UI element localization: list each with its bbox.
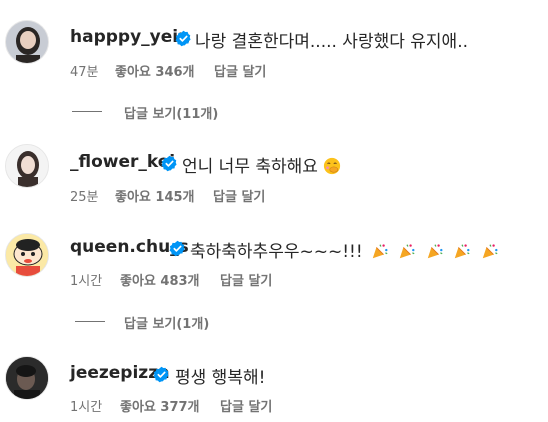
comment-text: 축하축하추우우~~~!!! bbox=[190, 237, 499, 262]
comment-time[interactable]: 1시간 bbox=[70, 396, 102, 415]
comment-text-content: 축하축하추우우~~~!!! bbox=[190, 242, 363, 262]
comment-likes[interactable]: 좋아요 483개 bbox=[120, 270, 200, 289]
face-with-hand-over-mouth-emoji-icon bbox=[324, 157, 341, 175]
verified-badge-icon bbox=[169, 240, 185, 257]
verified-badge-icon bbox=[175, 30, 191, 47]
reply-button[interactable]: 답글 달기 bbox=[220, 270, 272, 289]
party-popper-emoji-icon bbox=[427, 244, 443, 259]
comment-text: 평생 행복해! bbox=[175, 368, 266, 388]
comment-likes[interactable]: 좋아요 377개 bbox=[120, 396, 200, 415]
comment-text: 나랑 결혼한다며..... 사랑했다 유지애.. bbox=[195, 32, 468, 52]
verified-badge-icon bbox=[153, 366, 169, 383]
party-popper-emoji-icon bbox=[400, 244, 415, 259]
avatar-image bbox=[6, 357, 48, 399]
avatar[interactable] bbox=[5, 144, 49, 188]
comment-likes[interactable]: 좋아요 346개 bbox=[115, 61, 195, 80]
comment-username[interactable]: _flower_kei bbox=[70, 152, 175, 172]
comment-item: _flower_kei 언니 너무 축하해요 25분 좋아요 145개 답글 달… bbox=[0, 120, 548, 210]
avatar[interactable] bbox=[5, 20, 49, 64]
party-popper-emoji-icon bbox=[455, 244, 470, 259]
comment-time[interactable]: 1시간 bbox=[70, 270, 102, 289]
reply-button[interactable]: 답글 달기 bbox=[220, 396, 272, 415]
view-replies-button[interactable]: 답글 보기(1개) bbox=[124, 313, 209, 332]
view-replies-divider bbox=[75, 321, 105, 322]
comment-item: happpy_yein 나랑 결혼한다며..... 사랑했다 유지애.. 47분… bbox=[0, 0, 548, 122]
comment-time[interactable]: 25분 bbox=[70, 186, 99, 205]
comment-item: queen.chu_s 축하축하추우우~~~!!! 1시간 좋아요 483개 답… bbox=[0, 210, 548, 332]
avatar[interactable] bbox=[5, 356, 49, 400]
reply-button[interactable]: 답글 달기 bbox=[213, 186, 265, 205]
comment-item: jeezepizza 평생 행복해! 1시간 좋아요 377개 답글 달기 bbox=[0, 332, 548, 422]
comment-username[interactable]: happpy_yein bbox=[70, 27, 190, 47]
comment-time[interactable]: 47분 bbox=[70, 61, 99, 80]
verified-badge-icon bbox=[161, 155, 177, 172]
party-popper-emoji-icon bbox=[482, 244, 498, 259]
avatar-image bbox=[6, 21, 48, 63]
party-popper-emoji-icon bbox=[372, 244, 388, 259]
avatar-image bbox=[6, 145, 48, 187]
comment-text-content: 언니 너무 축하해요 bbox=[182, 157, 318, 177]
avatar-image bbox=[6, 234, 48, 276]
comment-likes[interactable]: 좋아요 145개 bbox=[115, 186, 195, 205]
party-popper-emoji-group bbox=[371, 242, 499, 262]
comment-text: 언니 너무 축하해요 bbox=[182, 152, 341, 177]
avatar[interactable] bbox=[5, 233, 49, 277]
reply-button[interactable]: 답글 달기 bbox=[214, 61, 266, 80]
view-replies-divider bbox=[72, 111, 102, 112]
